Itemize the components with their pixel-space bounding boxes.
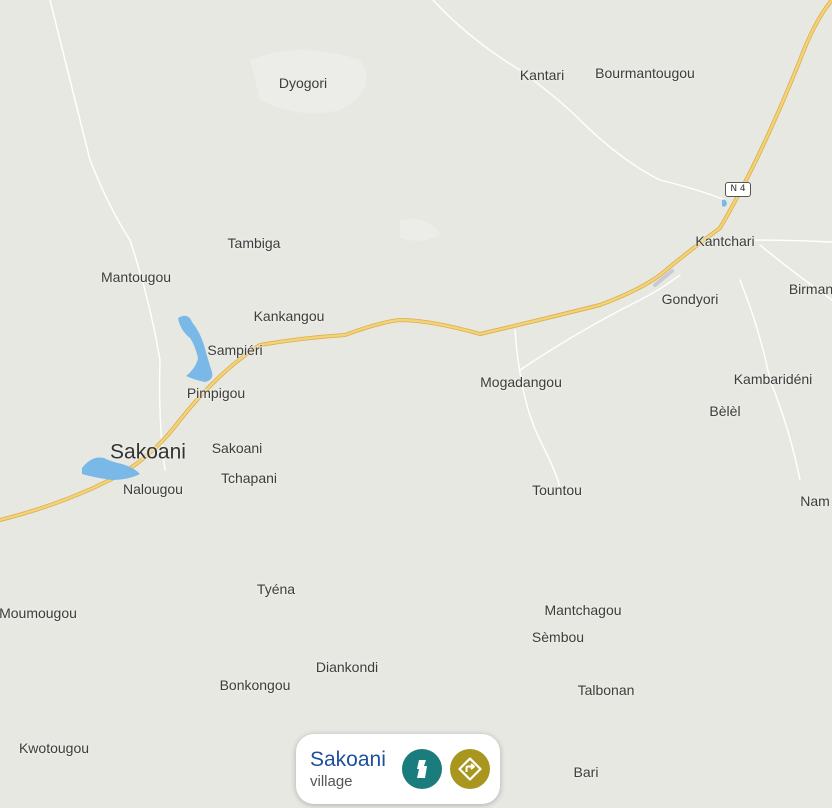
place-label: Moumougou [0,605,77,621]
place-label: Talbonan [577,682,635,698]
place-label: Tambiga [227,235,281,251]
place-label: Kambaridéni [733,371,813,387]
place-label: Diankondi [315,659,379,675]
place-label: Mogadangou [480,374,562,390]
directions-button[interactable] [450,749,490,789]
place-label: Sèmbou [531,629,585,645]
place-label: Pimpigou [186,385,246,401]
place-label: Bari [573,764,599,780]
map-canvas[interactable]: Dyogori Kantari Bourmantougou Tambiga Kantch… [0,0,832,808]
place-label: Sakoani [211,440,263,456]
place-title: Sakoani [310,748,386,771]
town-label-sakoani: Sakoani [110,440,186,464]
place-label: Nam [800,493,830,509]
place-card[interactable]: Sakoani village [296,734,500,804]
place-label: Tountou [532,482,582,498]
place-label: Bir​man [788,281,832,297]
place-label: Dyogori [278,75,328,91]
place-label: Bèlèl [709,403,741,419]
place-label: Kantari [519,67,565,83]
place-label: Kwotougou [18,740,90,756]
water-bodies [82,199,727,480]
place-label: Nalougou [123,481,183,497]
directions-icon [458,757,482,781]
info-button[interactable] [402,749,442,789]
place-label: Kankangou [253,308,325,324]
place-label: Mantougou [100,269,172,285]
place-label: Bonkongou [219,677,291,693]
place-label: Bourmantougou [595,65,695,81]
place-label: Kantchari [695,233,755,249]
place-label: Sampiéri [207,342,263,358]
map-base-layer [0,0,832,522]
place-label: Gondyori [661,291,719,307]
place-type: village [310,773,353,790]
road-shield-n4: N 4 [725,182,751,197]
place-label: Tchapani [220,470,278,486]
place-label: Mantchagou [544,602,622,618]
info-icon [417,760,427,778]
place-label: Tyéna [256,581,296,597]
